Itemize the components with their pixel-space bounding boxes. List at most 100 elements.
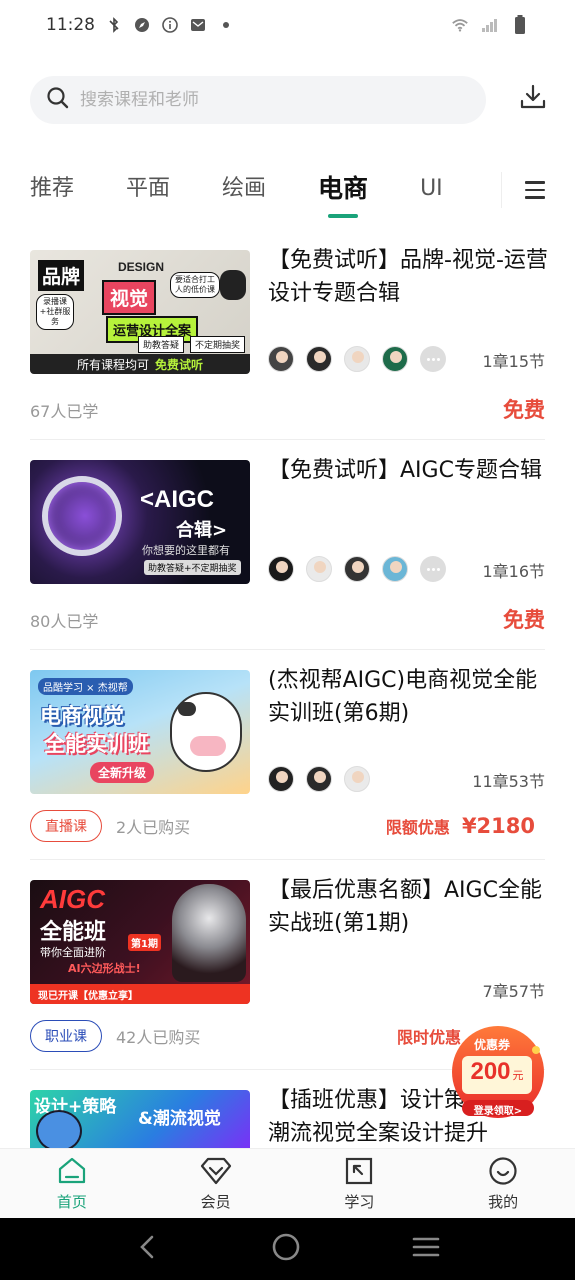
course-thumbnail[interactable]: DESIGN 品牌 视觉 运营设计全案 录播课+社群服务 要适合打工人的低价课 …: [30, 250, 250, 374]
thumb-line1: 电商视觉: [40, 704, 124, 728]
course-card[interactable]: <AIGC 合辑> 你想要的这里都有 助教答疑+不定期抽奖 【免费试听】AIGC…: [30, 440, 545, 650]
course-thumbnail[interactable]: AIGC 全能班 带你全面进阶 AI六边形战士! 第1期 现已开课【优惠立享】: [30, 880, 250, 1004]
system-nav-bar: [0, 1218, 575, 1280]
price-label: 免费: [503, 398, 545, 422]
avatar: [344, 346, 370, 372]
price-label: 免费: [503, 608, 545, 632]
thumb-bottom-text: 现已开课【优惠立享】: [38, 990, 138, 1002]
more-avatars-icon: [420, 556, 446, 582]
thumb-design-text: DESIGN: [118, 260, 165, 274]
course-title[interactable]: 【最后优惠名额】AIGC全能实战班(第1期): [268, 874, 548, 940]
nav-study-label: 学习: [344, 1193, 375, 1211]
price-amount: ¥2180: [461, 814, 535, 838]
thumb-line2: 全能实训班: [44, 732, 149, 756]
course-thumbnail[interactable]: 设计+策略 &潮流视觉: [30, 1090, 250, 1152]
signal-icon: [481, 16, 499, 34]
thumb-tag-right: 要适合打工人的低价课: [170, 272, 220, 298]
tab-painting[interactable]: 绘画: [222, 160, 266, 220]
thumb-line2: 视觉: [102, 280, 157, 315]
avatar: [306, 766, 332, 792]
coupon-amount-row: 200 元: [462, 1056, 532, 1094]
nav-member[interactable]: 会员: [144, 1149, 288, 1218]
back-icon[interactable]: [136, 1233, 160, 1265]
tab-menu-button[interactable]: [501, 172, 545, 208]
battery-icon: [511, 15, 529, 34]
thumb-cow: [170, 692, 242, 772]
tag-row: 直播课 2人已购买: [30, 810, 190, 842]
teacher-avatars: [268, 556, 446, 582]
search-box[interactable]: [30, 76, 486, 124]
coupon-amount: 200: [470, 1058, 511, 1085]
student-count: 67人已学: [30, 402, 99, 421]
thumb-badge2: 免费试听: [155, 357, 204, 372]
search-input[interactable]: [80, 90, 460, 110]
teacher-avatars: [268, 346, 446, 372]
course-title[interactable]: 【免费试听】AIGC专题合辑: [268, 454, 548, 487]
wifi-icon: [451, 16, 469, 34]
tab-ui[interactable]: UI: [420, 160, 443, 220]
avatar: [268, 346, 294, 372]
nav-profile-label: 我的: [488, 1193, 519, 1211]
download-button[interactable]: [516, 82, 550, 116]
nav-home-label: 首页: [56, 1193, 87, 1211]
course-card[interactable]: 品酷学习 × 杰视帮 电商视觉 全能实训班 全新升级 (杰视帮AIGC)电商视觉…: [30, 650, 545, 860]
thumb-orb: [42, 476, 122, 556]
search-icon: [46, 86, 70, 114]
lesson-count: 1章16节: [482, 562, 545, 581]
thumb-robot: [220, 270, 246, 300]
thumb-line1: AIGC: [40, 884, 105, 914]
live-course-tag: 直播课: [30, 810, 102, 842]
course-title[interactable]: 【免费试听】品牌-视觉-运营设计专题合辑: [268, 244, 548, 310]
mail-icon: [189, 16, 207, 34]
buyer-count: 42人已购买: [116, 1028, 201, 1047]
course-thumbnail[interactable]: 品酷学习 × 杰视帮 电商视觉 全能实训班 全新升级: [30, 670, 250, 794]
thumb-line2: 合辑>: [176, 520, 228, 541]
nav-member-label: 会员: [200, 1193, 231, 1211]
thumb-line4: 助教答疑+不定期抽奖: [144, 560, 241, 575]
thumb-line4: AI六边形战士!: [68, 962, 141, 975]
thumb-line1: <AIGC: [140, 486, 215, 513]
avatar: [306, 556, 332, 582]
download-icon: [519, 83, 547, 115]
dot-icon: [217, 16, 235, 34]
thumb-footer: 所有课程均可 免费试听: [30, 354, 250, 374]
thumb-line3: 带你全面进阶: [40, 946, 106, 959]
thumb-bottom: 现已开课【优惠立享】: [30, 984, 250, 1004]
study-icon: [343, 1155, 375, 1187]
coupon-badge[interactable]: 优惠券 200 元 登录领取>: [448, 1022, 546, 1122]
tab-recommend[interactable]: 推荐: [30, 160, 74, 220]
thumb-line3: 你想要的这里都有: [142, 544, 230, 557]
coupon-title: 优惠券: [474, 1038, 511, 1052]
home-icon: [56, 1155, 88, 1187]
avatar: [306, 346, 332, 372]
avatar: [344, 556, 370, 582]
profile-icon: [487, 1155, 519, 1187]
status-right: [451, 15, 529, 34]
tab-ecommerce[interactable]: 电商: [318, 160, 368, 220]
lesson-count: 1章15节: [482, 352, 545, 371]
tab-graphic[interactable]: 平面: [126, 160, 170, 220]
thumb-line0: 品酷学习 × 杰视帮: [38, 678, 133, 695]
thumb-tag-left: 录播课+社群服务: [36, 294, 74, 330]
status-left: 11:28: [46, 15, 235, 35]
avatar: [344, 766, 370, 792]
thumb-side2: 不定期抽奖: [190, 336, 246, 353]
student-count: 80人已学: [30, 612, 99, 631]
home-circle-icon[interactable]: [271, 1232, 301, 1266]
thumb-figure: [172, 884, 246, 982]
price-group: 限额优惠 ¥2180: [386, 814, 535, 838]
coupon-cta: 登录领取>: [473, 1106, 523, 1117]
thumb-badge: 所有课程均可: [76, 357, 149, 372]
course-card[interactable]: DESIGN 品牌 视觉 运营设计全案 录播课+社群服务 要适合打工人的低价课 …: [30, 230, 548, 440]
diamond-icon: [200, 1155, 232, 1187]
thumb-line3: 全新升级: [90, 762, 155, 783]
nav-profile[interactable]: 我的: [431, 1149, 575, 1218]
coupon-unit: 元: [512, 1069, 524, 1082]
recents-icon[interactable]: [412, 1235, 440, 1263]
course-thumbnail[interactable]: <AIGC 合辑> 你想要的这里都有 助教答疑+不定期抽奖: [30, 460, 250, 584]
nav-study[interactable]: 学习: [288, 1149, 432, 1218]
nav-home[interactable]: 首页: [0, 1149, 144, 1218]
buyer-count: 2人已购买: [116, 818, 191, 837]
course-title[interactable]: (杰视帮AIGC)电商视觉全能实训班(第6期): [268, 664, 548, 730]
info-icon: [161, 16, 179, 34]
